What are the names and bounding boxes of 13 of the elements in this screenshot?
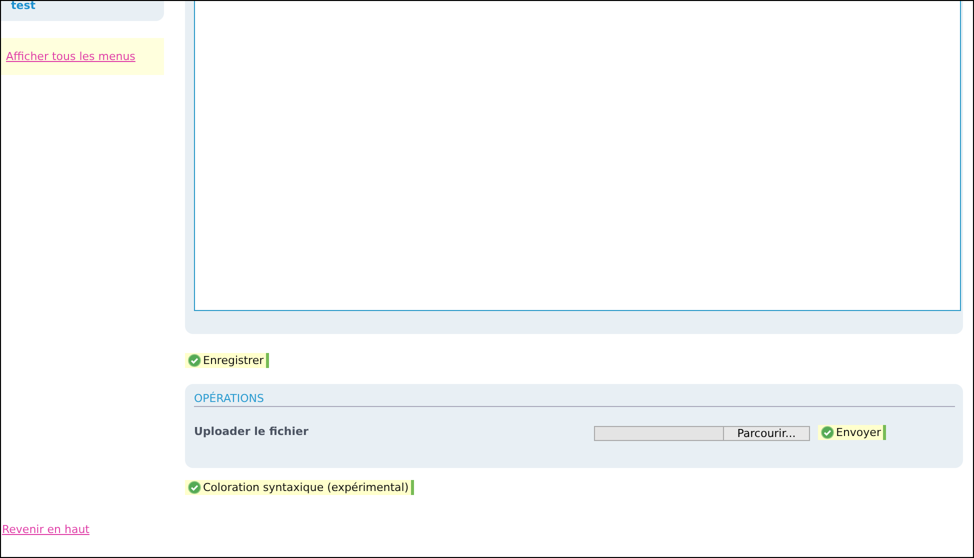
check-icon bbox=[188, 354, 201, 367]
upload-label: Uploader le fichier bbox=[194, 425, 310, 438]
syntax-highlight-button[interactable]: Coloration syntaxique (expérimental) bbox=[185, 480, 414, 495]
section-title: OPÉRATIONS bbox=[194, 392, 955, 407]
back-to-top-link[interactable]: Revenir en haut bbox=[2, 523, 90, 536]
check-icon bbox=[188, 481, 201, 494]
file-input[interactable]: Parcourir... bbox=[594, 426, 810, 441]
show-all-menus-link[interactable]: Afficher tous les menus bbox=[6, 50, 136, 63]
save-button[interactable]: Enregistrer bbox=[185, 353, 269, 368]
browse-button[interactable]: Parcourir... bbox=[723, 427, 809, 440]
check-icon bbox=[821, 426, 834, 439]
send-button[interactable]: Envoyer bbox=[818, 425, 886, 440]
menu-title: test bbox=[11, 1, 37, 10]
